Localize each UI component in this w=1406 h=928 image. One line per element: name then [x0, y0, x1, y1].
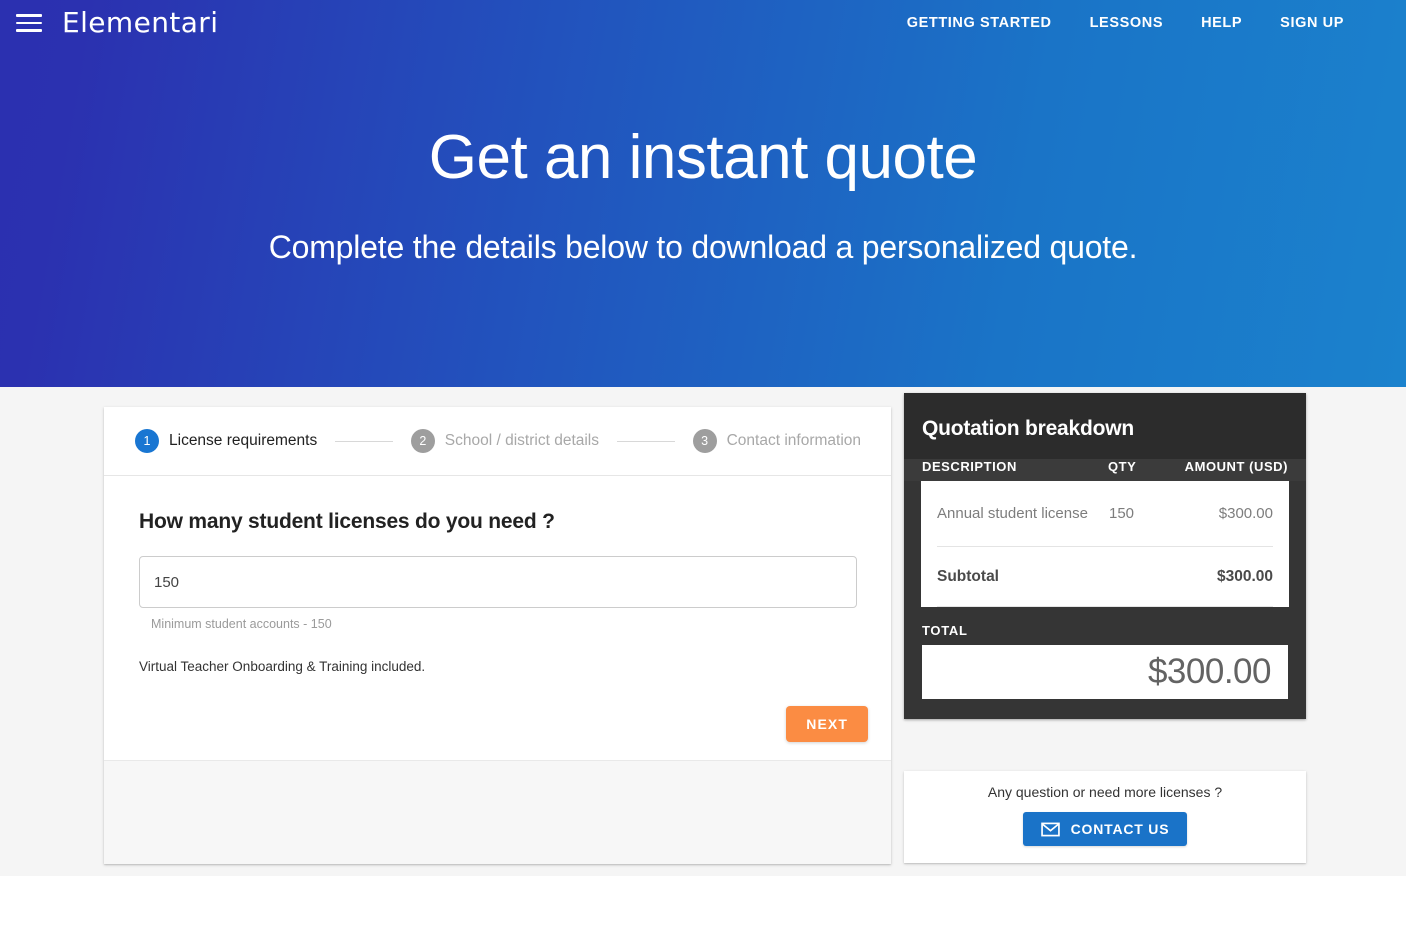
mail-icon	[1040, 822, 1060, 836]
row-qty: 150	[1109, 505, 1135, 522]
total-label: TOTAL	[922, 623, 968, 638]
contact-us-label: CONTACT US	[1070, 821, 1170, 837]
subtotal-amount: $300.00	[1216, 567, 1273, 585]
input-hint: Minimum student accounts - 150	[151, 617, 332, 631]
nav-link-getting-started[interactable]: GETTING STARTED	[907, 15, 1052, 31]
hamburger-bar-2	[16, 21, 42, 25]
next-button[interactable]: NEXT	[786, 706, 868, 742]
quotation-title: Quotation breakdown	[904, 393, 1306, 459]
hamburger-icon[interactable]	[16, 13, 42, 33]
quotation-table-header: DESCRIPTION QTY AMOUNT (USD)	[904, 459, 1306, 481]
bottom-strip	[0, 876, 1406, 928]
step-number-2: 2	[410, 429, 435, 453]
hero-banner: Elementari GETTING STARTED LESSONS HELP …	[0, 0, 1406, 387]
stepper-step-license-requirements[interactable]: 1 License requirements	[135, 429, 317, 453]
stepper-connector-1	[335, 440, 393, 442]
step-label-1: License requirements	[169, 432, 318, 449]
step-label-3: Contact information	[726, 432, 862, 449]
included-note: Virtual Teacher Onboarding & Training in…	[139, 659, 426, 674]
next-button-row: NEXT	[786, 706, 868, 742]
column-header-description: DESCRIPTION	[922, 459, 1017, 474]
nav-link-lessons[interactable]: LESSONS	[1090, 15, 1164, 31]
contact-prompt: Any question or need more licenses ?	[987, 784, 1223, 800]
nav-links: GETTING STARTED LESSONS HELP SIGN UP	[907, 15, 1388, 31]
nav-link-help[interactable]: HELP	[1201, 15, 1242, 31]
top-navbar: Elementari GETTING STARTED LESSONS HELP …	[0, 0, 1406, 46]
form-question: How many student licenses do you need ?	[139, 510, 555, 533]
row-amount: $300.00	[1218, 505, 1273, 522]
hamburger-bar-1	[16, 14, 42, 17]
step-number-1: 1	[135, 429, 159, 453]
stepper-step-contact-information[interactable]: 3 Contact information	[692, 429, 862, 453]
contact-card: Any question or need more licenses ? CON…	[904, 771, 1306, 863]
total-block: TOTAL $300.00	[904, 607, 1306, 719]
subtotal-label: Subtotal	[937, 567, 999, 585]
form-body: How many student licenses do you need ? …	[104, 476, 891, 760]
step-number-3: 3	[692, 429, 717, 453]
quote-form-card: 1 License requirements 2 School / distri…	[104, 407, 891, 864]
page-body: 1 License requirements 2 School / distri…	[0, 387, 1406, 928]
quotation-table: Annual student license 150 $300.00 Subto…	[921, 481, 1289, 607]
page-subtitle: Complete the details below to download a…	[268, 229, 1138, 265]
contact-us-button[interactable]: CONTACT US	[1022, 812, 1188, 846]
step-label-2: School / district details	[444, 432, 600, 449]
form-card-footer	[104, 760, 891, 864]
student-licenses-input[interactable]	[139, 556, 857, 608]
brand-logo[interactable]: Elementari	[62, 9, 218, 37]
column-header-qty: QTY	[1108, 459, 1137, 474]
stepper: 1 License requirements 2 School / distri…	[104, 407, 891, 476]
quotation-breakdown-panel: Quotation breakdown DESCRIPTION QTY AMOU…	[904, 393, 1306, 719]
stepper-step-school-district-details[interactable]: 2 School / district details	[410, 429, 600, 453]
table-row: Annual student license 150 $300.00	[937, 481, 1273, 547]
stepper-connector-2	[617, 440, 675, 442]
nav-link-sign-up[interactable]: SIGN UP	[1280, 15, 1344, 31]
row-description: Annual student license	[937, 505, 1088, 522]
subtotal-row: Subtotal $300.00	[937, 547, 1273, 607]
page-title: Get an instant quote	[428, 123, 978, 192]
column-header-amount: AMOUNT (USD)	[1184, 459, 1288, 474]
hamburger-bar-3	[16, 29, 42, 32]
total-amount: $300.00	[922, 645, 1288, 699]
